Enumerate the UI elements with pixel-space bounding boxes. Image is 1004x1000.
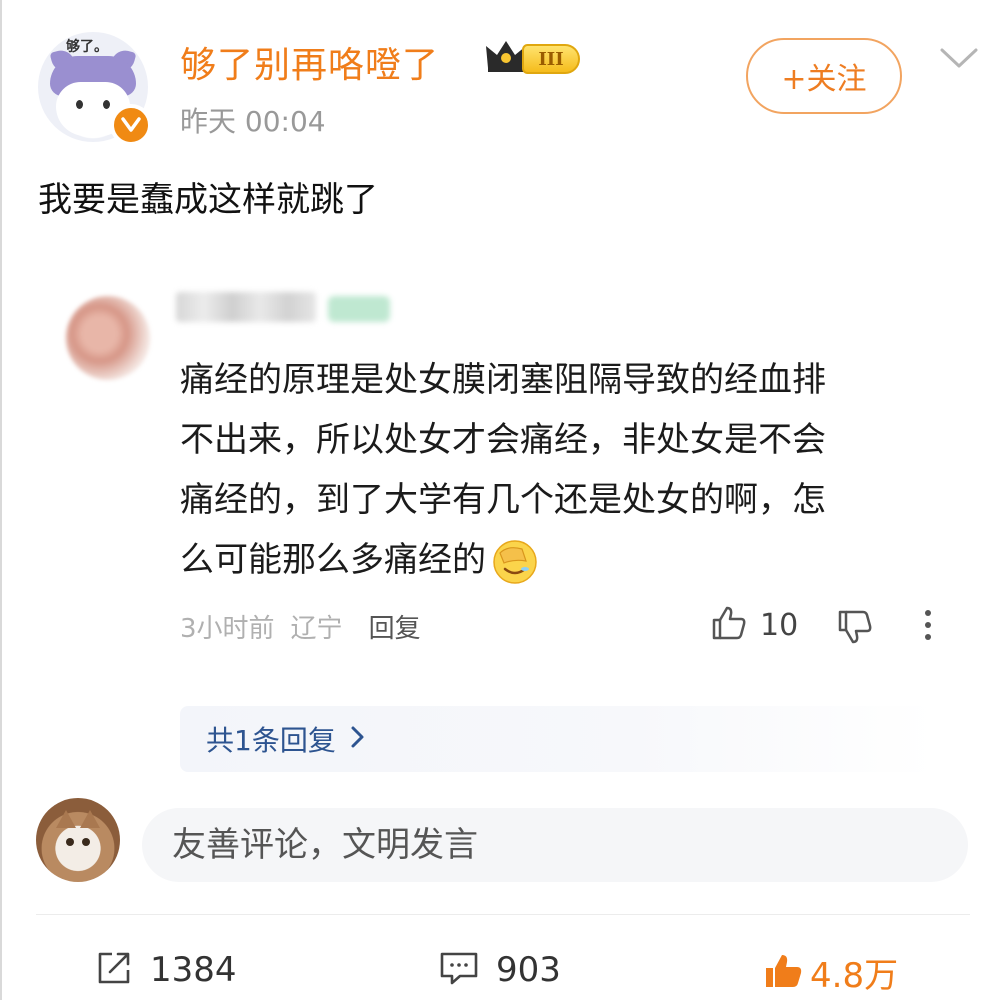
chevron-right-icon bbox=[350, 725, 366, 753]
reply-author-name-blurred bbox=[176, 292, 316, 322]
view-replies-button[interactable]: 共1条回复 bbox=[180, 706, 936, 772]
avatar-eye-right bbox=[103, 100, 110, 109]
reply-line-text: 么可能那么多痛经的 bbox=[180, 540, 486, 580]
comment-input[interactable] bbox=[142, 808, 968, 882]
thumbs-up-filled-icon bbox=[762, 951, 804, 995]
cat-eye-right bbox=[82, 838, 90, 846]
like-count: 4.8万 bbox=[810, 956, 899, 996]
thumbs-up-icon bbox=[710, 604, 748, 646]
replies-summary: 共1条回复 bbox=[206, 724, 336, 757]
cat-eye-left bbox=[66, 838, 74, 846]
avatar-eye-left bbox=[76, 100, 83, 109]
reply-line-last: 么可能那么多痛经的 bbox=[180, 530, 940, 590]
share-count: 1384 bbox=[150, 950, 237, 990]
thumbs-down-icon[interactable] bbox=[836, 608, 876, 652]
verified-badge-icon bbox=[110, 104, 152, 146]
author-name[interactable]: 够了别再咯噔了 bbox=[180, 36, 439, 88]
comment-count: 903 bbox=[496, 950, 561, 990]
comment-icon bbox=[438, 948, 480, 992]
cat-ear-left bbox=[56, 810, 76, 828]
post-timestamp: 昨天 00:04 bbox=[180, 105, 326, 138]
reply-like-count: 10 bbox=[760, 607, 799, 643]
chevron-down-icon[interactable] bbox=[938, 44, 980, 74]
share-button[interactable]: 1384 bbox=[94, 948, 237, 992]
reply-author-avatar[interactable] bbox=[66, 296, 150, 380]
reply-timestamp: 3小时前 bbox=[180, 614, 275, 644]
reply-like-button[interactable]: 10 bbox=[710, 604, 798, 646]
reply-line: 痛经的，到了大学有几个还是处女的啊，怎 bbox=[180, 480, 826, 520]
like-button[interactable]: 4.8万 bbox=[762, 948, 898, 997]
reply-line: 不出来，所以处女才会痛经，非处女是不会 bbox=[180, 420, 826, 460]
window-edge bbox=[0, 0, 2, 1000]
avatar-caption: 够了。 bbox=[66, 39, 108, 55]
reply-location: 辽宁 bbox=[290, 614, 343, 644]
rank-badge: III bbox=[522, 44, 580, 74]
facepalm-emoji-icon bbox=[492, 539, 538, 585]
follow-button[interactable]: +关注 bbox=[746, 38, 902, 114]
reply-author-badge-blurred bbox=[328, 296, 390, 322]
post-body: 我要是蠢成这样就跳了 bbox=[38, 180, 378, 220]
reply-body: 痛经的原理是处女膜闭塞阻隔导致的经血排 不出来，所以处女才会痛经，非处女是不会 … bbox=[180, 350, 940, 590]
share-icon bbox=[94, 948, 134, 992]
reply-line: 痛经的原理是处女膜闭塞阻隔导致的经血排 bbox=[180, 360, 826, 400]
reply-button[interactable]: 回复 bbox=[369, 608, 421, 645]
current-user-avatar[interactable] bbox=[36, 798, 120, 882]
divider bbox=[36, 914, 970, 915]
cat-ear-right bbox=[80, 810, 100, 828]
comment-button[interactable]: 903 bbox=[438, 948, 561, 992]
more-options-icon[interactable] bbox=[918, 606, 938, 650]
reply-meta: 3小时前 辽宁 回复 bbox=[180, 608, 421, 645]
